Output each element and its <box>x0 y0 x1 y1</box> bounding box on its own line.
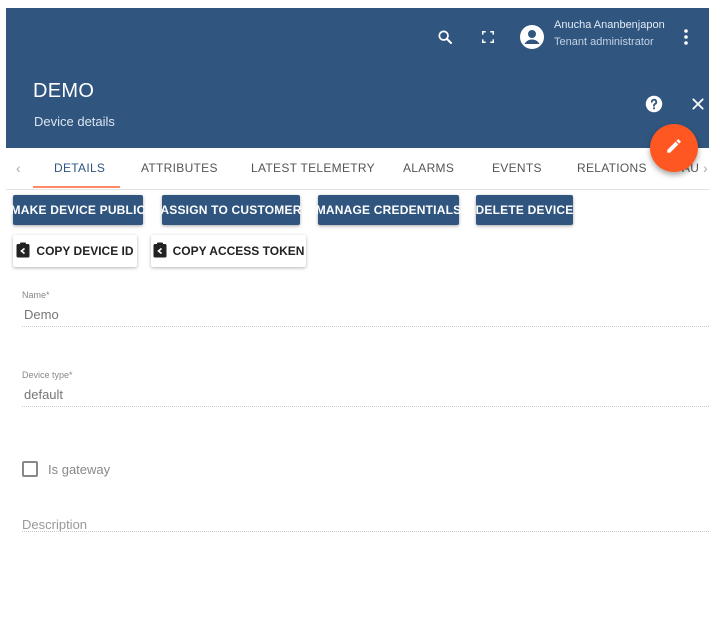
tab-latest-telemetry[interactable]: LATEST TELEMETRY <box>251 161 375 175</box>
device-type-label: Device type* <box>22 370 73 380</box>
page-subtitle: Device details <box>34 114 115 129</box>
help-icon[interactable] <box>642 92 666 116</box>
search-icon[interactable] <box>433 25 457 49</box>
edit-button[interactable] <box>650 124 698 172</box>
copy-access-token-label: COPY ACCESS TOKEN <box>172 244 305 258</box>
page-title: DEMO <box>33 80 95 102</box>
is-gateway-checkbox[interactable] <box>22 461 38 477</box>
fullscreen-icon[interactable] <box>476 25 500 49</box>
device-type-field[interactable]: default <box>24 387 63 402</box>
tab-relations[interactable]: RELATIONS <box>577 161 647 175</box>
account-icon[interactable] <box>520 25 544 49</box>
delete-device-button[interactable]: DELETE DEVICE <box>476 195 573 225</box>
is-gateway-label: Is gateway <box>48 462 111 477</box>
name-field-underline <box>22 326 709 327</box>
clipboard-icon <box>153 242 167 261</box>
tab-events[interactable]: EVENTS <box>492 161 542 175</box>
description-field[interactable]: Description <box>22 517 87 532</box>
user-name: Anucha Ananbenjapon <box>554 19 665 31</box>
tab-bar: ‹ DETAILS ATTRIBUTES LATEST TELEMETRY AL… <box>6 148 709 190</box>
clipboard-icon <box>16 242 30 261</box>
assign-to-customer-button[interactable]: ASSIGN TO CUSTOMER <box>160 195 301 225</box>
tabs-scroll-left-icon[interactable]: ‹ <box>16 160 21 176</box>
device-type-underline <box>22 406 709 407</box>
user-role: Tenant administrator <box>554 36 654 48</box>
header-bar: Anucha Ananbenjapon Tenant administrator… <box>6 8 709 148</box>
tabs-scroll-right-icon[interactable]: › <box>703 160 708 176</box>
edit-icon <box>665 137 683 160</box>
name-field[interactable]: Demo <box>24 307 59 322</box>
copy-access-token-button[interactable]: COPY ACCESS TOKEN <box>151 235 306 267</box>
tab-details[interactable]: DETAILS <box>54 161 105 175</box>
copy-device-id-label: COPY DEVICE ID <box>36 244 134 258</box>
tab-attributes[interactable]: ATTRIBUTES <box>141 161 218 175</box>
copy-device-id-button[interactable]: COPY DEVICE ID <box>13 235 137 267</box>
close-icon[interactable] <box>686 92 709 116</box>
more-vert-icon[interactable] <box>674 25 698 49</box>
manage-credentials-button[interactable]: MANAGE CREDENTIALS <box>316 195 461 225</box>
name-field-label: Name* <box>22 290 50 300</box>
tab-alarms[interactable]: ALARMS <box>403 161 454 175</box>
active-tab-indicator <box>33 186 120 188</box>
make-device-public-button[interactable]: MAKE DEVICE PUBLIC <box>11 195 145 225</box>
description-underline <box>22 531 709 532</box>
